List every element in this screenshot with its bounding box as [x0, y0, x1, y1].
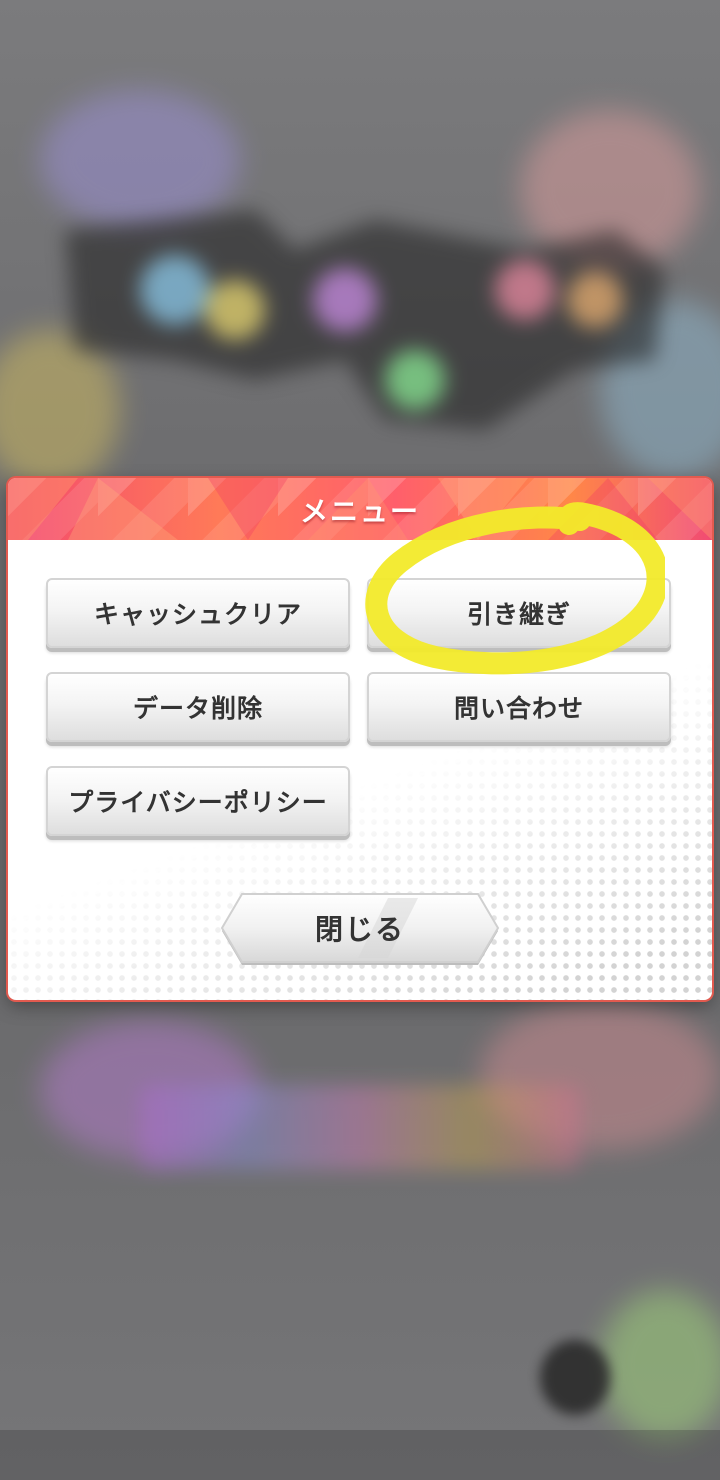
- close-label: 閉じる: [314, 913, 405, 946]
- bg-blob: [600, 1290, 720, 1440]
- contact-label: 問い合わせ: [453, 694, 584, 723]
- bg-bottom-strip: [0, 1430, 720, 1480]
- transfer-button[interactable]: 引き継ぎ: [367, 578, 671, 648]
- contact-button[interactable]: 問い合わせ: [367, 672, 671, 742]
- bg-character-icon: [540, 1340, 610, 1415]
- close-button[interactable]: 閉じる: [218, 890, 502, 966]
- transfer-label: 引き継ぎ: [466, 600, 571, 629]
- cache-clear-button[interactable]: キャッシュクリア: [46, 578, 350, 648]
- privacy-policy-button[interactable]: プライバシーポリシー: [46, 766, 350, 836]
- dialog-title: メニュー: [299, 495, 420, 528]
- dialog-header: メニュー: [8, 478, 712, 540]
- delete-data-button[interactable]: データ削除: [46, 672, 350, 742]
- cache-clear-label: キャッシュクリア: [93, 600, 302, 629]
- bg-title-banner: [140, 1085, 580, 1170]
- privacy-policy-label: プライバシーポリシー: [68, 788, 328, 817]
- delete-data-label: データ削除: [132, 694, 263, 723]
- game-logo: [65, 210, 665, 430]
- menu-dialog: メニュー キャッシュクリア 引き継ぎ データ削除 問い合わせ プライバシーポリシ…: [8, 478, 712, 1000]
